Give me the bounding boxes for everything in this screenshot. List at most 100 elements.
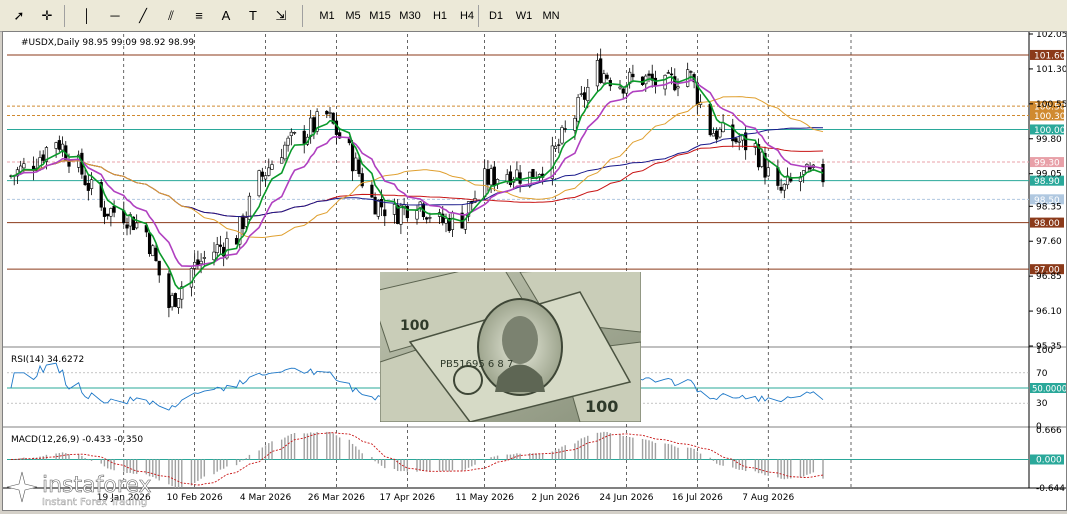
candle-body <box>744 132 748 151</box>
candle-body <box>176 298 181 308</box>
candle-body <box>135 222 139 229</box>
timeframe-h1[interactable]: H1 <box>427 5 453 27</box>
candle-body <box>428 217 432 219</box>
candle-body <box>202 257 206 259</box>
candle-body <box>599 58 603 83</box>
candle-body <box>199 260 203 265</box>
rsi-tick-label: 100 <box>1036 346 1053 356</box>
date-tick-label: 4 Mar 2026 <box>240 493 292 503</box>
horizontal-levels: 101.60100.50100.30100.0099.3098.9098.509… <box>7 49 1066 276</box>
price-tick-label: 101.30 <box>1036 65 1066 75</box>
candle-body <box>676 86 680 89</box>
candle-body <box>151 245 155 257</box>
price-tick-label: 96.10 <box>1036 307 1062 317</box>
macd-tick-label: -0.644 <box>1036 484 1065 494</box>
candle-body <box>196 259 200 266</box>
candle-body <box>218 244 223 247</box>
candle-body <box>106 213 110 217</box>
date-tick-label: 2 Jun 2026 <box>531 493 580 503</box>
timeframe-d1[interactable]: D1 <box>483 5 509 27</box>
candle-body <box>669 73 674 76</box>
candle-body <box>711 133 716 137</box>
candle-body <box>54 142 58 149</box>
candle-body <box>60 143 65 151</box>
date-tick-label: 26 Mar 2026 <box>308 493 365 503</box>
rsi-level-label: 50.0000 <box>1032 385 1066 395</box>
candle-body <box>41 154 45 161</box>
candle-body <box>486 169 490 185</box>
ma-violet-line <box>10 79 824 268</box>
candle-body <box>579 93 583 95</box>
candle-body <box>631 73 635 78</box>
trendline-icon[interactable]: ╱ <box>132 5 154 27</box>
candle-body <box>689 71 693 73</box>
brand-tagline: Instant Forex Trading <box>42 497 147 508</box>
rsi-label: RSI(14) 34.6272 <box>11 355 84 365</box>
candle-body <box>257 170 261 197</box>
text-label-icon[interactable]: T <box>242 5 264 27</box>
candle-body <box>357 159 361 174</box>
candle-body <box>173 293 177 307</box>
candle-body <box>167 273 171 308</box>
candle-body <box>392 204 397 215</box>
timeframe-mn[interactable]: MN <box>538 5 564 27</box>
candle-body <box>241 215 245 229</box>
crosshair-icon[interactable]: ✛ <box>36 5 58 27</box>
fibonacci-icon[interactable]: ≡ <box>188 5 210 27</box>
cursor-icon[interactable]: ➚ <box>8 5 30 27</box>
macd-tick-label: 0.666 <box>1036 426 1062 436</box>
candle-body <box>760 151 764 167</box>
timeframe-m5[interactable]: M5 <box>340 5 366 27</box>
candle-body <box>234 238 239 245</box>
candle-body <box>666 72 670 74</box>
candle-body <box>576 97 580 122</box>
timeframe-h4[interactable]: H4 <box>454 5 480 27</box>
candle-body <box>109 208 113 217</box>
text-icon[interactable]: A <box>215 5 237 27</box>
candle-body <box>263 175 268 180</box>
timeframe-m15[interactable]: M15 <box>367 5 393 27</box>
candle-body <box>215 244 219 253</box>
candle-body <box>553 145 558 149</box>
chart-canvas[interactable]: 101.60100.50100.30100.0099.3098.9098.509… <box>3 30 1067 510</box>
candle-body <box>734 138 738 143</box>
candle-body <box>212 251 216 261</box>
price-tick-label: 100.55 <box>1036 100 1066 110</box>
timeframe-w1[interactable]: W1 <box>511 5 537 27</box>
vertical-line-icon[interactable]: │ <box>76 5 98 27</box>
candle-body <box>302 130 306 144</box>
arrows-icon[interactable]: ⇲ <box>270 5 292 27</box>
toolbar-separator <box>478 5 479 27</box>
candle-body <box>766 167 770 177</box>
equidistant-channel-icon[interactable]: ⫽ <box>160 5 182 27</box>
candle-body <box>280 157 284 164</box>
candle-body <box>399 205 403 225</box>
candle-body <box>328 112 332 114</box>
candle-body <box>83 175 87 186</box>
timeframe-m1[interactable]: M1 <box>314 5 340 27</box>
candle-body <box>309 117 313 137</box>
candle-body <box>383 209 387 217</box>
date-tick-label: 7 Aug 2026 <box>742 493 794 503</box>
date-tick-label: 17 Apr 2026 <box>380 493 436 503</box>
ma-navy-line <box>10 127 824 218</box>
candle-body <box>621 88 625 94</box>
candle-body <box>170 295 174 308</box>
chart-window[interactable]: 101.60 100.50 100.30 100.00 99.30 98.90 98.50 9… <box>2 30 1067 511</box>
candle-body <box>125 224 129 229</box>
horizontal-line-icon[interactable]: ─ <box>104 5 126 27</box>
price-tick-label: 99.05 <box>1036 170 1062 180</box>
svg-text:100: 100 <box>400 318 429 334</box>
macd-label: MACD(12,26,9) -0.433 -0.350 <box>11 435 143 445</box>
candle-body <box>370 184 374 198</box>
ma-green-line <box>10 75 824 290</box>
candle-body <box>647 73 651 76</box>
candle-body <box>102 207 107 217</box>
timeframe-m30[interactable]: M30 <box>397 5 423 27</box>
candle-body <box>312 117 316 133</box>
candle-body <box>260 171 264 177</box>
candle-body <box>286 137 290 146</box>
symbol-label: #USDX,Daily 98.95 99.09 98.92 98.99 <box>21 38 194 48</box>
candle-body <box>618 86 622 89</box>
date-tick-label: 11 May 2026 <box>455 493 514 503</box>
